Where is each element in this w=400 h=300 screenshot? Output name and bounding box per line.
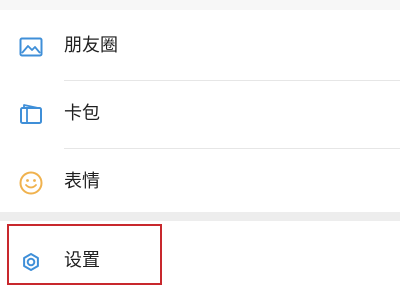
menu-item-card-wallet[interactable]: 卡包: [0, 86, 400, 142]
menu-item-label: 卡包: [64, 103, 100, 124]
menu-item-stickers[interactable]: 表情: [0, 154, 400, 210]
card-wallet-icon: [18, 102, 44, 128]
menu-item-moments[interactable]: 朋友圈: [0, 18, 400, 74]
divider: [64, 80, 400, 81]
smiley-face-icon: [18, 170, 44, 196]
menu-group-main: 朋友圈 卡包 表情: [0, 0, 400, 212]
gear-icon: [18, 249, 44, 275]
menu-item-settings[interactable]: 设置: [0, 233, 400, 289]
image-icon: [18, 34, 44, 60]
divider: [64, 148, 400, 149]
top-edge: [0, 0, 400, 10]
menu-group-settings: 设置: [0, 221, 400, 300]
menu-item-label: 设置: [64, 250, 100, 271]
menu-item-label: 朋友圈: [64, 35, 118, 56]
me-menu-screen: 朋友圈 卡包 表情 设置: [0, 0, 400, 300]
menu-item-label: 表情: [64, 171, 100, 192]
